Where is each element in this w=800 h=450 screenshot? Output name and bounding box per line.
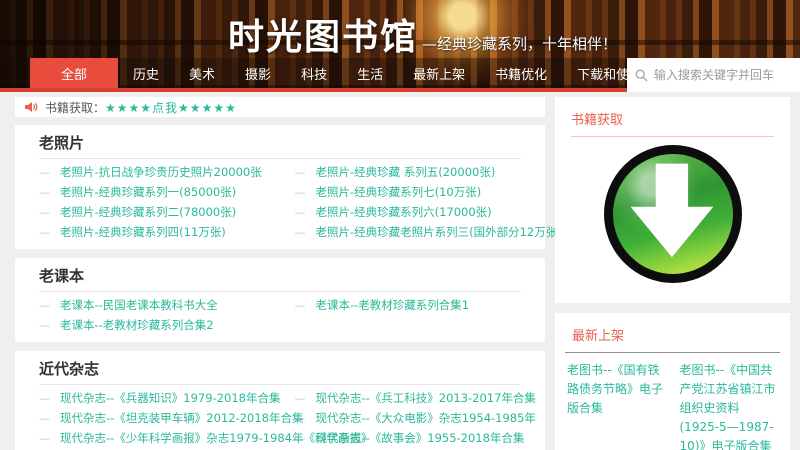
dash-bullet: — (294, 298, 306, 312)
book-link[interactable]: 老照片-经典珍藏系列一(85000张) (60, 184, 236, 200)
sidebar-divider (571, 136, 774, 137)
search-icon (635, 68, 648, 81)
tab-all[interactable]: 全部 (30, 58, 119, 88)
latest-item: 老图书--《国有铁路债务节略》电子版合集 (567, 361, 666, 450)
book-link[interactable]: 现代杂志--《兵器知识》1979-2018年合集 (60, 390, 280, 406)
latest-items: 老图书--《国有铁路债务节略》电子版合集 老图书--《中国共产党江苏省镇江市组织… (565, 361, 780, 450)
dash-bullet: — (294, 165, 306, 179)
sidebar-latest-card: 最新上架 老图书--《国有铁路债务节略》电子版合集 老图书--《中国共产党江苏省… (555, 313, 790, 450)
book-link[interactable]: 老照片-经典珍藏老照片系列三(国外部分12万张) (315, 224, 561, 240)
section-old-photos: 老照片 — 老照片-抗日战争珍贵历史照片20000张 — 老照片-经典珍藏系列一(8… (15, 125, 562, 249)
list-item: — 现代杂志--《坦克装甲车辆》2012-2018年合集 (39, 408, 303, 428)
list-item: — 老照片-经典珍藏系列六(17000张) (294, 202, 521, 222)
download-icon-wrap (571, 141, 774, 293)
list-item: — 现代杂志--《大众电影》杂志1954-1985年 (294, 408, 535, 428)
list-item: — 老照片-经典珍藏系列二(78000张) (39, 202, 294, 222)
list-item: — 老照片-经典珍藏老照片系列三(国外部分12万张) (294, 222, 561, 242)
section-modern-magazines: 近代杂志 — 现代杂志--《兵器知识》1979-2018年合集 — 现代杂志--《坦… (15, 351, 545, 450)
dash-bullet: — (39, 205, 50, 219)
dash-bullet: — (39, 318, 50, 332)
sidebar: 书籍获取 最新上架 老图书--《国有铁路债务节略》电子版合集 老图书--《中国共… (555, 97, 790, 450)
book-link[interactable]: 老图书--《国有铁路债务节略》电子版合集 (567, 361, 666, 418)
down-arrow-glyph (630, 163, 714, 258)
content-column: 书籍获取： ★★★★点我★★★★★ 老照片 — 老照片-抗日战争珍贵历史照片200… (15, 97, 562, 450)
section-list: — 老照片-抗日战争珍贵历史照片20000张 — 老照片-经典珍藏系列一(85000… (39, 162, 562, 242)
list-item: — 老照片-经典珍藏系列七(10万张) (294, 182, 521, 202)
list-item: — 老照片-经典珍藏系列四(11万张) (39, 222, 294, 242)
dash-bullet: — (294, 411, 306, 425)
section-title: 老课本 (39, 267, 85, 285)
dash-bullet: — (39, 165, 50, 179)
notice-bar: 书籍获取： ★★★★点我★★★★★ (15, 97, 545, 117)
dash-bullet: — (39, 225, 50, 239)
tab-book-optimization[interactable]: 书籍优化 (480, 58, 562, 88)
latest-item: 老图书--《中国共产党江苏省镇江市组织史资料(1925-5—1987-10)》电… (680, 361, 779, 450)
sidebar-divider (565, 352, 780, 353)
list-item: — 老照片-抗日战争珍贵历史照片20000张 (39, 162, 294, 182)
list-item: — 现代杂志--《兵器知识》1979-2018年合集 (39, 388, 294, 408)
notice-stars-link[interactable]: ★★★★点我★★★★★ (105, 99, 237, 116)
list-item: — 现代杂志--《故事会》1955-2018年合集 (294, 428, 524, 448)
sidebar-latest-title: 最新上架 (572, 329, 625, 344)
dash-bullet: — (39, 411, 50, 425)
dash-bullet: — (294, 431, 306, 445)
section-title: 老照片 (39, 134, 85, 152)
section-list: — 现代杂志--《兵器知识》1979-2018年合集 — 现代杂志--《坦克装甲车辆… (39, 388, 536, 450)
tab-art[interactable]: 美术 (174, 58, 230, 88)
book-link[interactable]: 现代杂志--《兵工科技》2013-2017年合集 (315, 390, 535, 406)
list-item: — 老照片-经典珍藏 系列五(20000张) (294, 162, 521, 182)
list-item: — 老课本--老教材珍藏系列合集2 (39, 315, 294, 335)
tab-history[interactable]: 历史 (118, 58, 174, 88)
dash-bullet: — (39, 431, 50, 445)
search-box[interactable] (627, 58, 800, 92)
section-divider (39, 158, 521, 159)
speaker-icon (25, 102, 38, 112)
site-header: 时光图书馆 —经典珍藏系列，十年相伴！ 全部 历史 美术 摄影 科技 生活 最新… (0, 0, 800, 92)
search-input[interactable] (654, 68, 792, 82)
section-old-textbooks: 老课本 — 老课本--民国老课本教科书大全 — 老课本--老教材珍藏系列合集2 — 老… (15, 258, 545, 342)
sidebar-download-card: 书籍获取 (555, 97, 790, 303)
book-link[interactable]: 现代杂志--《故事会》1955-2018年合集 (315, 430, 524, 446)
notice-label: 书籍获取： (45, 100, 106, 115)
dash-bullet: — (39, 391, 50, 405)
sidebar-download-title: 书籍获取 (571, 113, 624, 128)
section-title: 近代杂志 (39, 360, 100, 378)
download-arrow-icon[interactable] (603, 145, 742, 283)
book-link[interactable]: 老照片-经典珍藏系列四(11万张) (60, 224, 226, 240)
list-item: — 现代杂志--《兵工科技》2013-2017年合集 (294, 388, 535, 408)
tab-life[interactable]: 生活 (342, 58, 398, 88)
dash-bullet: — (39, 185, 50, 199)
list-item: — 老照片-经典珍藏系列一(85000张) (39, 182, 294, 202)
tab-photography[interactable]: 摄影 (230, 58, 286, 88)
tab-technology[interactable]: 科技 (286, 58, 342, 88)
book-link[interactable]: 老课本--老教材珍藏系列合集1 (315, 297, 469, 313)
dash-bullet: — (294, 205, 306, 219)
main-nav: 全部 历史 美术 摄影 科技 生活 最新上架 书籍优化 下载和使用 问题反馈 (0, 58, 800, 92)
list-item: — 老课本--民国老课本教科书大全 (39, 295, 294, 315)
site-brand: 时光图书馆 —经典珍藏系列，十年相伴！ (228, 8, 617, 60)
section-divider (39, 384, 521, 385)
book-link[interactable]: 现代杂志--《坦克装甲车辆》2012-2018年合集 (60, 410, 303, 426)
site-title: 时光图书馆 (228, 17, 419, 58)
page-body: 书籍获取： ★★★★点我★★★★★ 老照片 — 老照片-抗日战争珍贵历史照片200… (0, 92, 800, 450)
book-link[interactable]: 老照片-经典珍藏 系列五(20000张) (315, 164, 495, 180)
book-link[interactable]: 老照片-经典珍藏系列二(78000张) (60, 204, 236, 220)
dash-bullet: — (294, 185, 306, 199)
list-item: — 老课本--老教材珍藏系列合集1 (294, 295, 521, 315)
site-subtitle: —经典珍藏系列，十年相伴！ (422, 35, 618, 53)
book-link[interactable]: 老图书--《中国共产党江苏省镇江市组织史资料(1925-5—1987-10)》电… (680, 361, 779, 450)
book-link[interactable]: 老照片-经典珍藏系列六(17000张) (315, 204, 491, 220)
book-link[interactable]: 现代杂志--《大众电影》杂志1954-1985年 (315, 410, 535, 426)
tab-new-arrivals[interactable]: 最新上架 (398, 58, 480, 88)
book-link[interactable]: 老照片-经典珍藏系列七(10万张) (315, 184, 481, 200)
dash-bullet: — (294, 225, 306, 239)
book-link[interactable]: 老课本--老教材珍藏系列合集2 (60, 317, 214, 333)
book-link[interactable]: 老课本--民国老课本教科书大全 (60, 297, 218, 313)
dash-bullet: — (294, 391, 306, 405)
section-list: — 老课本--民国老课本教科书大全 — 老课本--老教材珍藏系列合集2 — 老课本--… (39, 295, 521, 335)
list-item: — 现代杂志--《少年科学画报》杂志1979-1984年《科学画报》 (39, 428, 372, 448)
section-divider (39, 291, 521, 292)
book-link[interactable]: 老照片-抗日战争珍贵历史照片20000张 (60, 164, 262, 180)
dash-bullet: — (39, 298, 50, 312)
